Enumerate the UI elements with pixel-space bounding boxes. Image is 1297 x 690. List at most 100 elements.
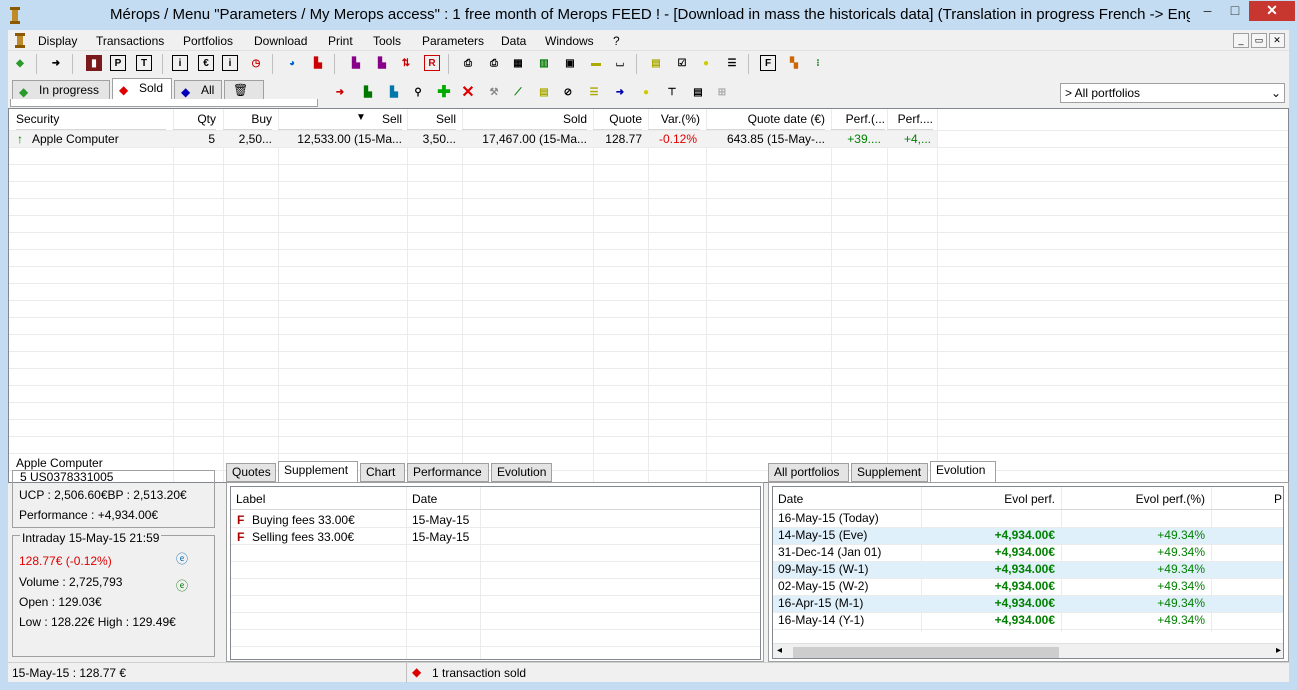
checkbox-icon[interactable]: ☑ [674, 55, 690, 71]
bar-chart-icon[interactable]: ▙ [310, 55, 326, 71]
col-header-qty[interactable]: Qty [173, 109, 216, 130]
col-header-quote[interactable]: Quote [593, 109, 642, 130]
info-detail-icon[interactable]: i [222, 55, 238, 71]
tab-supplement-right[interactable]: Supplement [851, 463, 928, 482]
tray-icon[interactable]: ⌴ [612, 55, 628, 71]
mdi-restore-button[interactable]: ▭ [1251, 33, 1267, 48]
col-header-sold[interactable]: Sold [462, 109, 587, 130]
forward-icon[interactable]: ➜ [612, 84, 628, 100]
menu-print[interactable]: Print [328, 34, 353, 48]
tab-in-progress[interactable]: ◆ In progress [12, 80, 110, 100]
add-icon[interactable]: ✚ [436, 84, 452, 101]
internet-explorer-icon[interactable]: ⓔ [176, 550, 188, 567]
scrollbar-thumb[interactable] [793, 647, 1059, 658]
coins-icon[interactable]: ● [638, 84, 654, 100]
print-icon[interactable]: ⎙ [460, 55, 476, 71]
tab-trash[interactable]: 🗑 [224, 80, 264, 100]
col-header-buy[interactable]: Buy [223, 109, 272, 130]
calculator-icon[interactable]: ▤ [648, 55, 664, 71]
tab-all[interactable]: ◆ All [174, 80, 222, 100]
positions-grid: Security Qty Buy ▼ Sell Sell Sold Quote … [8, 108, 1289, 483]
tab-quotes[interactable]: Quotes [226, 463, 276, 482]
dotlist-icon[interactable]: ⁝ [810, 55, 826, 71]
book-icon[interactable]: ▮ [86, 55, 102, 71]
menu-data[interactable]: Data [501, 34, 526, 48]
ruler-icon[interactable]: ▬ [588, 55, 604, 71]
warning-icon[interactable]: ● [698, 55, 714, 71]
stairs-icon[interactable]: ▚ [786, 55, 802, 71]
columns-icon[interactable]: ▦ [510, 55, 526, 71]
tab-all-portfolios[interactable]: All portfolios [768, 463, 849, 482]
euro-icon[interactable]: € [198, 55, 214, 71]
menu-windows[interactable]: Windows [545, 34, 594, 48]
histogram-alt-icon[interactable]: ▙ [374, 55, 390, 71]
filter-icon[interactable]: ⊤ [664, 84, 680, 100]
template-t-icon[interactable]: T [136, 55, 152, 71]
sort-icon[interactable]: ⇅ [398, 55, 414, 71]
col-header-evol-p[interactable]: P [1274, 491, 1282, 508]
col-header-security[interactable]: Security [16, 109, 166, 130]
menu-portfolios[interactable]: Portfolios [183, 34, 233, 48]
go-icon[interactable]: ➜ [332, 84, 348, 100]
hammer-icon[interactable]: ⚒ [486, 84, 502, 100]
menu-parameters[interactable]: Parameters [422, 34, 484, 48]
minimize-button[interactable]: – [1194, 1, 1221, 21]
align-icon[interactable]: ☰ [586, 84, 602, 100]
sheet-icon[interactable]: ▤ [690, 84, 706, 100]
col-header-evol-perf[interactable]: Evol perf. [921, 491, 1055, 508]
menu-download[interactable]: Download [254, 34, 307, 48]
col-header-perf-1[interactable]: Perf.(... [831, 109, 885, 130]
portfolio-p-icon[interactable]: P [110, 55, 126, 71]
trend-icon[interactable]: ⟋ [510, 84, 526, 100]
col-header-label[interactable]: Label [236, 491, 265, 508]
evol-date: 16-May-14 (Y-1) [778, 613, 865, 627]
delete-icon[interactable]: ✕ [460, 84, 476, 101]
tab-evolution[interactable]: Evolution [491, 463, 552, 482]
close-button[interactable]: ✕ [1249, 1, 1295, 21]
col-header-evol-pct[interactable]: Evol perf.(%) [1061, 491, 1205, 508]
image-icon[interactable]: ▣ [562, 55, 578, 71]
attach-icon[interactable]: ⊘ [560, 84, 576, 100]
pie-chart-icon[interactable]: ◕ [284, 55, 300, 71]
tab-evolution-right[interactable]: Evolution [930, 461, 996, 482]
portfolio-select[interactable]: > All portfolios ⌄ [1060, 83, 1285, 103]
report-r-icon[interactable]: R [424, 55, 440, 71]
scroll-right-icon[interactable]: ▸ [1276, 645, 1281, 656]
tag-icon[interactable]: ◆ [12, 55, 28, 71]
histogram-icon[interactable]: ▙ [348, 55, 364, 71]
print-alt-icon[interactable]: ⎙ [486, 55, 502, 71]
info-icon[interactable]: i [172, 55, 188, 71]
menu-display[interactable]: Display [38, 34, 77, 48]
tab-supplement[interactable]: Supplement [278, 461, 358, 482]
col-header-evol-date[interactable]: Date [778, 491, 803, 508]
maximize-button[interactable]: □ [1222, 1, 1248, 21]
col-header-sell-price[interactable]: Sell [407, 109, 456, 130]
col-header-sell[interactable]: Sell [278, 109, 402, 130]
menu-help[interactable]: ? [613, 34, 620, 48]
refresh-icon[interactable]: ⓔ [176, 577, 188, 594]
table-icon[interactable]: ▥ [536, 55, 552, 71]
horizontal-scrollbar[interactable]: ◂ ▸ [773, 643, 1283, 658]
col-header-quote-date[interactable]: Quote date (€) [706, 109, 825, 130]
menu-tools[interactable]: Tools [373, 34, 401, 48]
network-icon[interactable]: ⊞ [714, 84, 730, 100]
scroll-left-icon[interactable]: ◂ [777, 645, 782, 656]
list-icon[interactable]: ☰ [724, 55, 740, 71]
col-header-perf-2[interactable]: Perf.... [887, 109, 933, 130]
col-header-date[interactable]: Date [412, 491, 437, 508]
export-icon[interactable]: ➜ [48, 55, 64, 71]
tab-performance[interactable]: Performance [407, 463, 489, 482]
search-icon[interactable]: ⚲ [410, 84, 426, 100]
col-header-var[interactable]: Var.(%) [648, 109, 700, 130]
tab-sold[interactable]: ◆ Sold [112, 78, 172, 100]
notes-icon[interactable]: ▤ [536, 84, 552, 100]
mdi-close-button[interactable]: ✕ [1269, 33, 1285, 48]
tab-chart[interactable]: Chart [360, 463, 405, 482]
chart-bars-alt-icon[interactable]: ▙ [386, 84, 402, 100]
mdi-minimize-button[interactable]: _ [1233, 33, 1249, 48]
chart-bars-icon[interactable]: ▙ [360, 84, 376, 100]
format-f-icon[interactable]: F [760, 55, 776, 71]
title-bar[interactable]: Mérops / Menu "Parameters / My Merops ac… [0, 0, 1297, 30]
clock-icon[interactable]: ◷ [248, 55, 264, 71]
menu-transactions[interactable]: Transactions [96, 34, 164, 48]
